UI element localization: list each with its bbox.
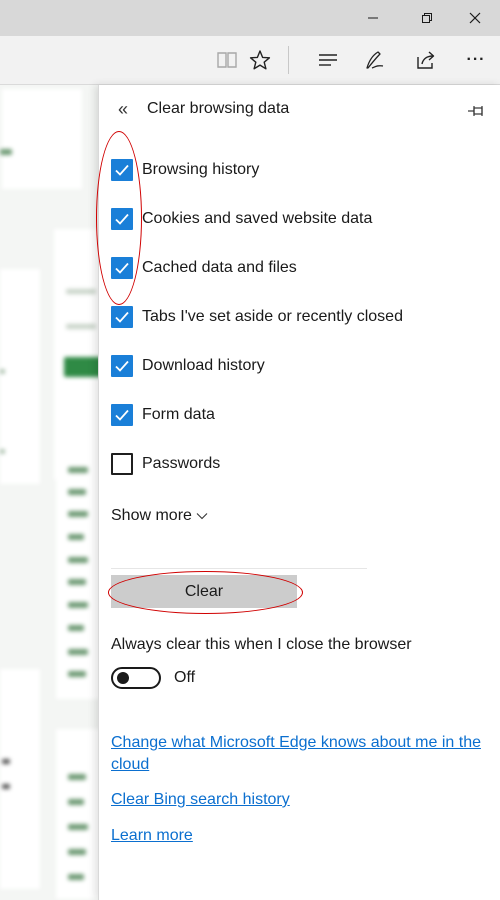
option-form-data[interactable]: Form data bbox=[111, 403, 481, 427]
always-clear-label: Always clear this when I close the brows… bbox=[111, 636, 412, 653]
reading-view-icon bbox=[217, 52, 237, 68]
option-passwords[interactable]: Passwords bbox=[111, 452, 481, 476]
pin-panel-button[interactable] bbox=[465, 100, 487, 122]
option-label: Cached data and files bbox=[142, 259, 297, 276]
restore-icon bbox=[422, 13, 432, 23]
favorite-button[interactable] bbox=[244, 44, 276, 76]
reading-view-button[interactable] bbox=[211, 44, 243, 76]
checkbox-browsing-history[interactable] bbox=[111, 159, 133, 181]
option-label: Form data bbox=[142, 406, 215, 423]
clear-button[interactable]: Clear bbox=[111, 575, 297, 608]
minimize-icon bbox=[368, 17, 378, 19]
pin-icon bbox=[468, 106, 483, 116]
toggle-state-label: Off bbox=[174, 669, 196, 686]
close-button[interactable] bbox=[452, 0, 498, 36]
web-note-icon bbox=[366, 51, 384, 69]
minimize-button[interactable] bbox=[350, 0, 396, 36]
option-cookies[interactable]: Cookies and saved website data bbox=[111, 207, 481, 231]
window-titlebar bbox=[0, 0, 500, 36]
show-more-label: Show more bbox=[111, 507, 192, 524]
panel-header: « Clear browsing data bbox=[99, 85, 500, 135]
checkbox-cached-data[interactable] bbox=[111, 257, 133, 279]
share-button[interactable] bbox=[410, 44, 442, 76]
checkmark-icon bbox=[115, 360, 129, 372]
page-content-background bbox=[0, 85, 98, 900]
option-label: Cookies and saved website data bbox=[142, 210, 373, 227]
favorite-star-icon bbox=[249, 50, 271, 70]
option-cached-data[interactable]: Cached data and files bbox=[111, 256, 481, 280]
option-download-history[interactable]: Download history bbox=[111, 354, 481, 378]
hub-button[interactable] bbox=[312, 44, 344, 76]
checkmark-icon bbox=[115, 409, 129, 421]
more-icon: ··· bbox=[466, 51, 486, 68]
clear-bing-history-link[interactable]: Clear Bing search history bbox=[111, 789, 290, 811]
restore-button[interactable] bbox=[404, 0, 450, 36]
more-button[interactable]: ··· bbox=[460, 44, 492, 76]
close-icon bbox=[469, 12, 481, 24]
learn-more-link[interactable]: Learn more bbox=[111, 825, 193, 847]
panel-title: Clear browsing data bbox=[147, 100, 290, 117]
option-label: Passwords bbox=[142, 455, 221, 472]
option-label: Browsing history bbox=[142, 161, 260, 178]
checkmark-icon bbox=[115, 262, 129, 274]
checkbox-download-history[interactable] bbox=[111, 355, 133, 377]
option-label: Download history bbox=[142, 357, 265, 374]
toggle-knob bbox=[117, 672, 129, 684]
option-tabs-set-aside[interactable]: Tabs I've set aside or recently closed bbox=[111, 305, 481, 329]
always-clear-toggle[interactable] bbox=[111, 667, 161, 689]
checkbox-cookies[interactable] bbox=[111, 208, 133, 230]
share-icon bbox=[417, 51, 435, 69]
option-label: Tabs I've set aside or recently closed bbox=[142, 308, 403, 325]
toolbar-separator bbox=[288, 46, 289, 74]
clear-browsing-data-panel: « Clear browsing data Browsing history C… bbox=[98, 85, 500, 900]
checkmark-icon bbox=[115, 311, 129, 323]
checkmark-icon bbox=[115, 213, 129, 225]
chevron-down-icon bbox=[196, 512, 208, 520]
checkbox-form-data[interactable] bbox=[111, 404, 133, 426]
checkbox-tabs-set-aside[interactable] bbox=[111, 306, 133, 328]
checkmark-icon bbox=[115, 164, 129, 176]
checkbox-passwords[interactable] bbox=[111, 453, 133, 475]
web-note-button[interactable] bbox=[358, 44, 390, 76]
browser-toolbar: ··· bbox=[0, 36, 500, 85]
option-browsing-history[interactable]: Browsing history bbox=[111, 158, 481, 182]
divider bbox=[111, 568, 367, 569]
double-chevron-left-icon: « bbox=[117, 99, 128, 119]
show-more-button[interactable]: Show more bbox=[111, 506, 208, 526]
back-button[interactable]: « bbox=[113, 99, 133, 119]
change-cloud-data-link[interactable]: Change what Microsoft Edge knows about m… bbox=[111, 732, 486, 776]
hub-icon bbox=[319, 54, 337, 66]
